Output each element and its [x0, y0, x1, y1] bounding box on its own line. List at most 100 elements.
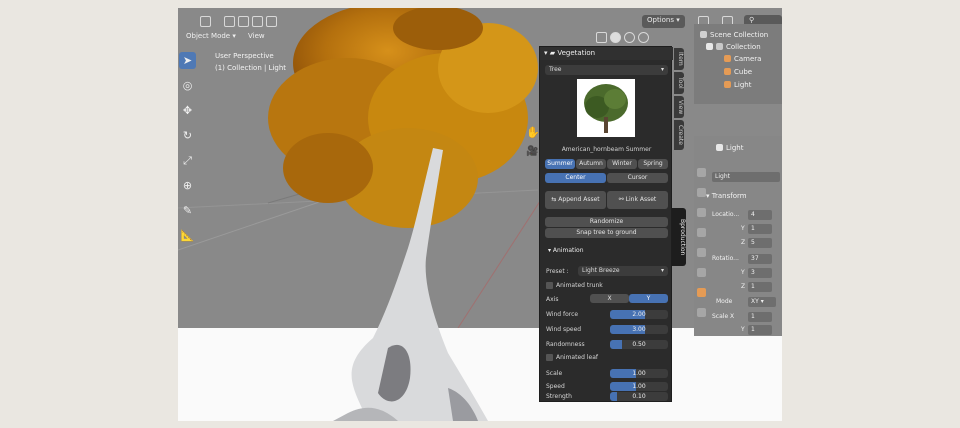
animated-trunk-checkbox[interactable]: [546, 282, 553, 289]
animated-leaf-label: Animated leaf: [556, 354, 599, 361]
modifier-tab-icon[interactable]: [697, 308, 706, 317]
rotation-mode-dropdown[interactable]: XY ▾: [748, 297, 776, 307]
mode-icon-1[interactable]: [224, 16, 235, 27]
scale-tool-icon[interactable]: ⤢: [179, 152, 196, 169]
select-box-icon[interactable]: [200, 16, 211, 27]
chevron-down-icon: ▾: [660, 66, 664, 73]
season-autumn-button[interactable]: Autumn: [576, 159, 606, 169]
link-icon: ⚯: [618, 196, 624, 203]
chevron-down-icon: ▾: [660, 267, 664, 274]
tab-tool[interactable]: Tool: [674, 72, 684, 94]
view-menu[interactable]: View: [248, 32, 265, 40]
output-tab-icon[interactable]: [697, 208, 706, 217]
tool-tab-icon[interactable]: [697, 168, 706, 177]
hand-pan-icon[interactable]: ✋: [526, 126, 540, 139]
outliner-item-collection[interactable]: Collection: [706, 43, 761, 51]
randomness-label: Randomness: [546, 341, 585, 348]
randomize-button[interactable]: Randomize: [545, 217, 668, 227]
mode-icon-3[interactable]: [252, 16, 263, 27]
tab-create[interactable]: Create: [674, 120, 684, 150]
scene-collection-icon: [700, 31, 707, 38]
wind-force-slider[interactable]: 2.00: [610, 310, 668, 319]
place-center-button[interactable]: Center: [545, 173, 606, 183]
rot-y-label: Y: [741, 269, 745, 276]
outliner-item-camera[interactable]: Camera: [724, 55, 761, 63]
rotation-y-field[interactable]: 3: [748, 268, 772, 278]
viewport-perspective: User Perspective: [215, 52, 274, 60]
object-icon: [716, 144, 723, 151]
object-tab-icon[interactable]: [697, 288, 706, 297]
annotate-tool-icon[interactable]: ✎: [179, 202, 196, 219]
rotation-label: Rotatio...: [712, 255, 739, 262]
view-layer-tab-icon[interactable]: [697, 228, 706, 237]
mode-icon-2[interactable]: [238, 16, 249, 27]
tab-item[interactable]: Item: [674, 48, 684, 70]
shading-material-icon[interactable]: [624, 32, 635, 43]
measure-tool-icon[interactable]: 📐: [179, 227, 196, 244]
animation-section-header[interactable]: ▾ Animation: [548, 247, 584, 254]
preset-dropdown[interactable]: Light Breeze ▾: [578, 266, 668, 276]
location-y-field[interactable]: 1: [748, 224, 772, 234]
season-winter-button[interactable]: Winter: [607, 159, 637, 169]
asset-name: American_hornbeam Summer: [561, 146, 652, 153]
shading-solid-icon[interactable]: [610, 32, 621, 43]
strength-slider[interactable]: 0.10: [610, 392, 668, 401]
tab-view[interactable]: View: [674, 96, 684, 118]
randomness-slider[interactable]: 0.50: [610, 340, 668, 349]
rot-z-label: Z: [741, 283, 746, 290]
outliner-item-light[interactable]: Light: [724, 81, 751, 89]
scale-y-field[interactable]: 1: [748, 325, 772, 335]
season-summer-button[interactable]: Summer: [545, 159, 575, 169]
season-spring-button[interactable]: Spring: [638, 159, 668, 169]
tab-bproduction[interactable]: Bproduction: [672, 208, 686, 266]
tree-model[interactable]: [238, 8, 568, 421]
location-x-field[interactable]: 4: [748, 210, 772, 220]
place-cursor-button[interactable]: Cursor: [607, 173, 668, 183]
render-tab-icon[interactable]: [697, 188, 706, 197]
transform-section-header[interactable]: ▾ Transform: [706, 192, 747, 200]
transform-tool-icon[interactable]: ⊕: [179, 177, 196, 194]
append-asset-button[interactable]: ⇆ Append Asset: [545, 191, 606, 209]
wind-speed-label: Wind speed: [546, 326, 582, 333]
rotation-z-field[interactable]: 1: [748, 282, 772, 292]
folder-icon: ▰: [549, 49, 556, 57]
category-dropdown[interactable]: Tree ▾: [545, 65, 668, 75]
outliner-scene-collection[interactable]: Scene Collection: [700, 31, 768, 39]
scene-tab-icon[interactable]: [697, 248, 706, 257]
move-tool-icon[interactable]: ✥: [179, 102, 196, 119]
select-tool-icon[interactable]: ➤: [179, 52, 196, 69]
link-asset-button[interactable]: ⚯ Link Asset: [607, 191, 668, 209]
speed-slider[interactable]: 1.00: [610, 382, 668, 391]
options-label: Options: [647, 16, 675, 24]
properties-object-name[interactable]: Light: [716, 144, 743, 152]
location-label: Locatio...: [712, 211, 740, 218]
snap-to-ground-button[interactable]: Snap tree to ground: [545, 228, 668, 238]
animated-leaf-checkbox[interactable]: [546, 354, 553, 361]
axis-x-button[interactable]: X: [590, 294, 629, 303]
asset-thumbnail[interactable]: [577, 79, 635, 137]
panel-title: Vegetation: [557, 49, 596, 57]
axis-y-button[interactable]: Y: [629, 294, 668, 303]
rotate-tool-icon[interactable]: ↻: [179, 127, 196, 144]
collection-icon: [716, 43, 723, 50]
strength-label: Strength: [546, 393, 572, 400]
location-z-field[interactable]: 5: [748, 238, 772, 248]
panel-header[interactable]: ▾ ▰ Vegetation: [540, 47, 673, 60]
shading-wireframe-icon[interactable]: [596, 32, 607, 43]
wind-speed-slider[interactable]: 3.00: [610, 325, 668, 334]
tree-thumbnail-image: [584, 84, 628, 133]
options-menu[interactable]: Options ▾: [642, 15, 685, 28]
scale-x-field[interactable]: 1: [748, 312, 772, 322]
animated-trunk-label: Animated trunk: [556, 282, 603, 289]
scale-x-label: Scale X: [712, 313, 735, 320]
world-tab-icon[interactable]: [697, 268, 706, 277]
object-mode-dropdown[interactable]: Object Mode ▾: [186, 32, 236, 40]
mode-icon-4[interactable]: [266, 16, 277, 27]
rotation-x-field[interactable]: 37: [748, 254, 772, 264]
outliner-item-cube[interactable]: Cube: [724, 68, 752, 76]
data-name-field[interactable]: Light: [712, 172, 780, 182]
cursor-tool-icon[interactable]: ◎: [179, 77, 196, 94]
shading-rendered-icon[interactable]: [638, 32, 649, 43]
camera-view-icon[interactable]: 🎥: [526, 146, 538, 157]
scale-slider[interactable]: 1.00: [610, 369, 668, 378]
